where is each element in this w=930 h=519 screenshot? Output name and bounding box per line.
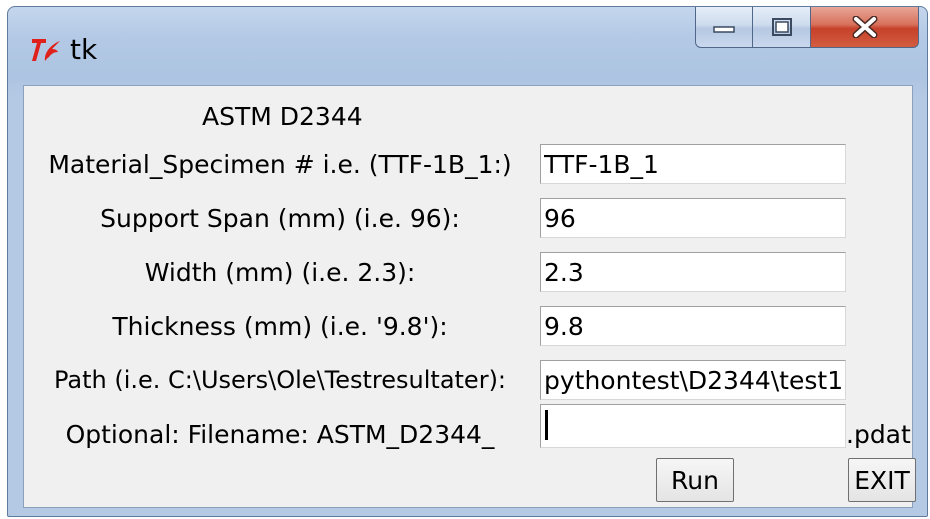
- tk-feather-icon: [32, 39, 60, 61]
- filename-label: Optional: Filename: ASTM_D2344_: [65, 420, 495, 449]
- form-heading: ASTM D2344: [202, 102, 363, 131]
- window-title: tk: [70, 33, 98, 66]
- support-span-label: Support Span (mm) (i.e. 96):: [100, 204, 460, 233]
- minimize-button[interactable]: [695, 7, 753, 48]
- filename-suffix: .pdat: [846, 420, 911, 449]
- specimen-input[interactable]: [540, 144, 846, 184]
- filename-input[interactable]: [540, 404, 846, 448]
- maximize-icon: [771, 17, 792, 36]
- close-icon: [852, 15, 877, 38]
- form-area: ASTM D2344 Material_Specimen # i.e. (TTF…: [23, 85, 916, 508]
- run-button[interactable]: Run: [656, 458, 734, 502]
- maximize-button[interactable]: [753, 7, 811, 48]
- text-caret: [545, 410, 548, 440]
- caption-buttons: [695, 7, 919, 48]
- specimen-label: Material_Specimen # i.e. (TTF-1B_1:): [48, 150, 512, 179]
- path-label: Path (i.e. C:\Users\Ole\Testresultater):: [53, 366, 507, 394]
- close-button[interactable]: [811, 7, 919, 48]
- exit-button[interactable]: EXIT: [848, 458, 916, 502]
- support-span-input[interactable]: [540, 198, 846, 238]
- width-label: Width (mm) (i.e. 2.3):: [144, 258, 416, 287]
- title-bar[interactable]: tk: [8, 7, 927, 87]
- minimize-icon: [713, 25, 735, 33]
- thickness-label: Thickness (mm) (i.e. '9.8'):: [112, 312, 448, 341]
- width-input[interactable]: [540, 252, 846, 292]
- app-window: tk ASTM D2344 Material_Specimen # i.e. (…: [7, 6, 928, 517]
- path-input[interactable]: [540, 360, 846, 400]
- thickness-input[interactable]: [540, 306, 846, 346]
